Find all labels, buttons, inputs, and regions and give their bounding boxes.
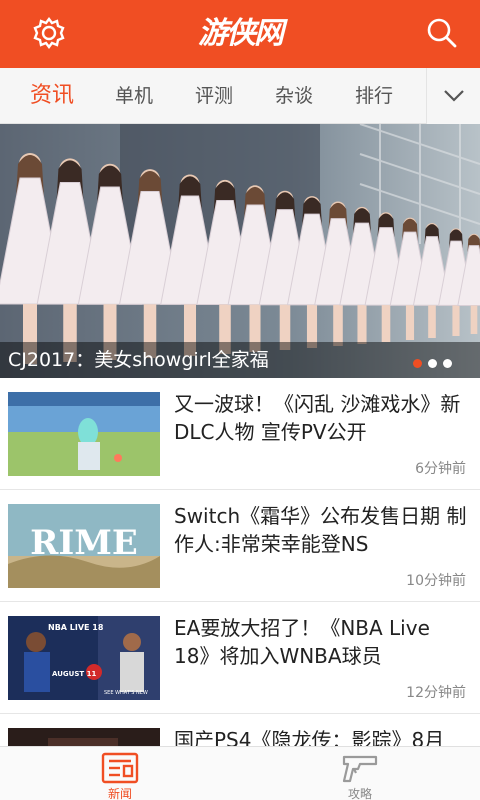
tab-news[interactable]: 资讯 — [30, 68, 74, 124]
news-title: 又一波球！《闪乱 沙滩戏水》新DLC人物 宣传PV公开 — [174, 392, 461, 444]
banner-image — [0, 124, 480, 378]
banner-caption: CJ2017：美女showgirl全家福 — [8, 349, 269, 371]
nav-news-label: 新闻 — [107, 787, 132, 800]
svg-text:AUGUST 11: AUGUST 11 — [52, 670, 96, 678]
svg-text:RIME: RIME — [30, 523, 138, 563]
carousel-dot[interactable] — [443, 359, 452, 368]
bottom-navigation: 新闻 攻略 — [0, 746, 480, 800]
gun-icon — [342, 755, 378, 783]
news-item[interactable]: RIME Switch《霜华》公布发售日期 制作人:非常荣幸能登NS 10分钟前 — [0, 490, 480, 602]
news-time: 6分钟前 — [415, 461, 466, 477]
tab-chat[interactable]: 杂谈 — [275, 68, 313, 124]
category-tabs: 资讯 单机 评测 杂谈 排行 — [0, 68, 480, 124]
tab-single-player[interactable]: 单机 — [115, 68, 153, 124]
carousel-dot-active[interactable] — [413, 359, 422, 368]
news-thumbnail: RIME — [8, 504, 160, 588]
nav-news[interactable]: 新闻 — [60, 747, 180, 800]
app-header: 游侠网 — [0, 0, 480, 68]
tab-ranking[interactable]: 排行 — [355, 68, 393, 124]
nav-guides[interactable]: 攻略 — [300, 747, 420, 800]
svg-text:NBA LIVE 18: NBA LIVE 18 — [48, 623, 104, 632]
search-icon[interactable] — [426, 17, 458, 49]
more-tabs-button[interactable] — [426, 68, 480, 124]
news-title: EA要放大招了！《NBA Live 18》将加入WNBA球员 — [174, 616, 430, 668]
news-thumbnail: NBA LIVE 18 AUGUST 11 SEE WHAT'S NEW — [8, 616, 160, 700]
news-title: Switch《霜华》公布发售日期 制作人:非常荣幸能登NS — [174, 504, 467, 556]
featured-banner[interactable]: CJ2017：美女showgirl全家福 — [0, 124, 480, 378]
news-time: 10分钟前 — [406, 573, 466, 589]
news-thumbnail — [8, 392, 160, 476]
gear-icon[interactable] — [32, 16, 66, 50]
tab-reviews[interactable]: 评测 — [195, 68, 233, 124]
app-logo: 游侠网 — [198, 16, 284, 51]
news-time: 12分钟前 — [406, 685, 466, 701]
svg-text:SEE WHAT'S NEW: SEE WHAT'S NEW — [104, 690, 148, 696]
carousel-dots — [413, 359, 452, 368]
newspaper-icon — [101, 752, 139, 784]
news-item[interactable]: 又一波球！《闪乱 沙滩戏水》新DLC人物 宣传PV公开 6分钟前 — [0, 378, 480, 490]
nav-guides-label: 攻略 — [347, 787, 372, 800]
news-item[interactable]: NBA LIVE 18 AUGUST 11 SEE WHAT'S NEW EA要… — [0, 602, 480, 714]
chevron-down-icon — [444, 90, 464, 102]
carousel-dot[interactable] — [428, 359, 437, 368]
